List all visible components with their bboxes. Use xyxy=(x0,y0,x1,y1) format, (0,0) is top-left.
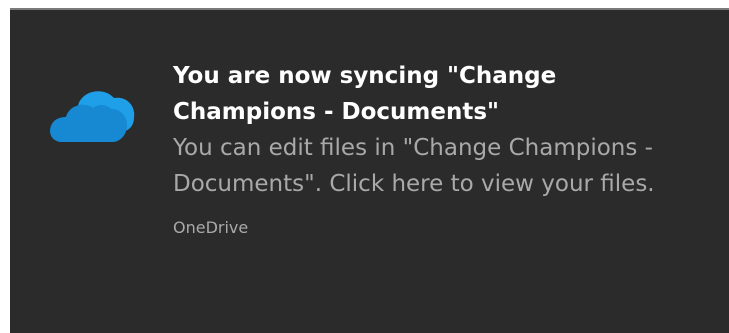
toast-body: You can edit files in "Change Champions … xyxy=(173,135,655,197)
onedrive-cloud-icon xyxy=(48,82,138,142)
toast-source-app: OneDrive xyxy=(173,218,249,237)
toast-content: You are now syncing "Change Champions - … xyxy=(173,58,693,238)
toast-notification[interactable]: You are now syncing "Change Champions - … xyxy=(10,8,729,333)
toast-title: You are now syncing "Change Champions - … xyxy=(173,63,557,125)
toast-top-edge xyxy=(10,8,729,10)
